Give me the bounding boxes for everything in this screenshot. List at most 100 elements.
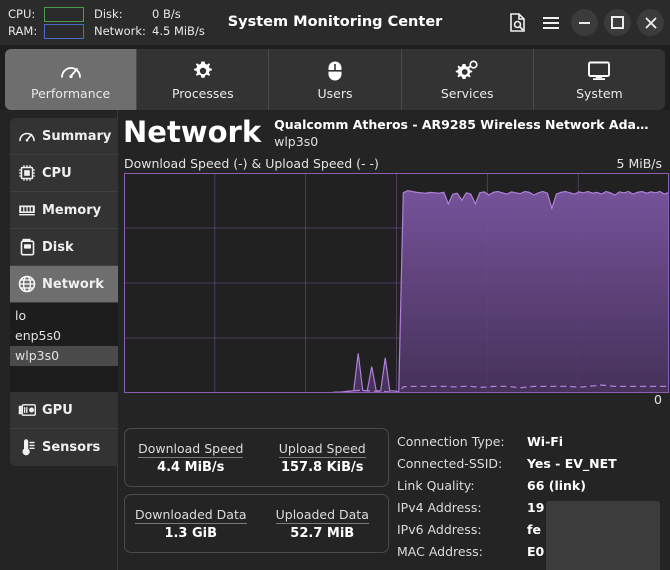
- ssid-label: Connected-SSID:: [397, 456, 503, 471]
- info-row-ssid: Connected-SSID: Yes - EV_NET: [397, 456, 670, 478]
- sidebar-item-disk[interactable]: Disk: [10, 229, 118, 266]
- sidebar-item-gpu-label: GPU: [42, 402, 73, 418]
- chart-header: Download Speed (-) & Upload Speed (- -) …: [119, 155, 670, 173]
- disk-value: 0 B/s: [152, 6, 181, 21]
- downloaded-data-stat: Downloaded Data 1.3 GiB: [125, 495, 257, 552]
- monitor-icon: [587, 59, 611, 83]
- tab-processes[interactable]: Processes: [137, 49, 270, 110]
- upload-speed-stat: Upload Speed 157.8 KiB/s: [257, 429, 389, 486]
- ssid-value: Yes - EV_NET: [527, 456, 617, 471]
- title-bar: CPU: Disk: 0 B/s RAM: Network: 4.5 MiB/s…: [0, 0, 670, 45]
- upload-speed-value: 157.8 KiB/s: [280, 459, 364, 475]
- sidebar-item-memory-label: Memory: [42, 202, 102, 218]
- minimize-icon: [579, 21, 590, 24]
- tab-performance-label: Performance: [30, 85, 111, 101]
- sidebar-item-disk-label: Disk: [42, 239, 74, 255]
- close-icon: [645, 17, 656, 28]
- sidebar-item-summary-label: Summary: [42, 128, 112, 144]
- value-overlay-popup: [546, 501, 660, 570]
- link-quality-label: Link Quality:: [397, 478, 475, 493]
- sidebar-subitem-enp5s0[interactable]: enp5s0: [10, 326, 118, 346]
- gears-icon: [455, 59, 479, 83]
- ipv6-value: fe: [527, 522, 541, 537]
- tab-users-label: Users: [317, 85, 353, 101]
- network-speed-chart: [124, 173, 669, 393]
- tab-performance[interactable]: Performance: [5, 49, 138, 110]
- network-value: 4.5 MiB/s: [152, 23, 205, 38]
- ram-usage-indicator: [44, 23, 84, 39]
- search-document-icon[interactable]: [503, 9, 531, 37]
- sidebar-item-cpu-label: CPU: [42, 165, 72, 181]
- ram-stat-row: RAM: Network: 4.5 MiB/s: [8, 23, 205, 40]
- hamburger-menu-icon[interactable]: [537, 9, 565, 37]
- thermometer-icon: [18, 438, 36, 457]
- main-tab-bar: Performance Processes Users Services Sys…: [0, 45, 670, 110]
- tab-processes-label: Processes: [171, 85, 234, 101]
- memory-stick-icon: [18, 201, 36, 219]
- device-info: Qualcomm Atheros - AR9285 Wireless Netwo…: [274, 117, 648, 149]
- data-card: Downloaded Data 1.3 GiB Uploaded Data 52…: [124, 494, 389, 553]
- device-interface: wlp3s0: [274, 134, 319, 149]
- network-label: Network:: [94, 23, 146, 38]
- chart-ymax-label: 5 MiB/s: [616, 156, 662, 171]
- tab-system[interactable]: System: [533, 49, 666, 110]
- sidebar-item-network-label: Network: [42, 276, 104, 292]
- tab-services-label: Services: [440, 85, 494, 101]
- download-speed-value: 4.4 MiB/s: [157, 459, 225, 475]
- ipv4-label: IPv4 Address:: [397, 500, 482, 515]
- sidebar-item-cpu[interactable]: CPU: [10, 155, 118, 192]
- tab-services[interactable]: Services: [401, 49, 534, 110]
- window-controls: [503, 0, 664, 45]
- tab-system-label: System: [576, 85, 623, 101]
- network-chart-svg: [124, 173, 669, 393]
- cpu-chip-icon: [18, 164, 36, 182]
- gauge-icon: [59, 59, 83, 83]
- tab-users[interactable]: Users: [269, 49, 402, 110]
- close-button[interactable]: [637, 9, 664, 36]
- mouse-icon: [327, 59, 343, 83]
- sidebar-subitem-lo[interactable]: lo: [10, 306, 118, 326]
- system-monitoring-center-window: CPU: Disk: 0 B/s RAM: Network: 4.5 MiB/s…: [0, 0, 670, 570]
- sidebar-item-sensors-label: Sensors: [42, 440, 101, 455]
- mac-value: E0: [527, 544, 545, 559]
- download-speed-stat: Download Speed 4.4 MiB/s: [125, 429, 257, 486]
- disk-label: Disk:: [94, 6, 123, 21]
- ipv6-label: IPv6 Address:: [397, 522, 482, 537]
- connection-type-value: Wi-Fi: [527, 434, 564, 449]
- stat-cards: Download Speed 4.4 MiB/s Upload Speed 15…: [119, 428, 389, 570]
- page-header: Network Qualcomm Atheros - AR9285 Wirele…: [119, 110, 670, 155]
- sidebar-item-gpu[interactable]: GPU: [10, 392, 118, 429]
- minimize-button[interactable]: [571, 9, 598, 36]
- info-row-connection-type: Connection Type: Wi-Fi: [397, 434, 670, 456]
- uploaded-data-label: Uploaded Data: [275, 506, 369, 524]
- sidebar-item-network[interactable]: Network: [10, 266, 118, 303]
- sidebar-tail-list: GPU Sensors: [10, 392, 118, 466]
- uploaded-data-value: 52.7 MiB: [290, 525, 355, 541]
- device-name: Qualcomm Atheros - AR9285 Wireless Netwo…: [274, 117, 649, 132]
- sidebar-subitem-wlp3s0[interactable]: wlp3s0: [10, 346, 118, 366]
- sidebar-item-summary[interactable]: Summary: [10, 118, 118, 155]
- ram-label: RAM:: [8, 23, 38, 38]
- gpu-card-icon: [18, 401, 36, 419]
- info-row-link-quality: Link Quality: 66 (link): [397, 478, 670, 500]
- maximize-button[interactable]: [604, 9, 631, 36]
- upload-speed-label: Upload Speed: [278, 440, 366, 458]
- titlebar-stats: CPU: Disk: 0 B/s RAM: Network: 4.5 MiB/s: [8, 6, 205, 40]
- cpu-stat-row: CPU: Disk: 0 B/s: [8, 6, 205, 23]
- connection-type-label: Connection Type:: [397, 434, 505, 449]
- sidebar-item-memory[interactable]: Memory: [10, 192, 118, 229]
- cpu-label: CPU:: [8, 6, 36, 21]
- hard-disk-icon: [18, 238, 36, 256]
- network-interface-list: lo enp5s0 wlp3s0: [10, 303, 118, 392]
- downloaded-data-value: 1.3 GiB: [164, 525, 218, 541]
- globe-icon: [18, 275, 36, 293]
- maximize-icon: [611, 16, 624, 29]
- downloaded-data-label: Downloaded Data: [134, 506, 247, 524]
- uploaded-data-stat: Uploaded Data 52.7 MiB: [257, 495, 389, 552]
- speed-card: Download Speed 4.4 MiB/s Upload Speed 15…: [124, 428, 389, 487]
- page-title: Network: [123, 115, 262, 149]
- cpu-usage-indicator: [44, 6, 84, 22]
- gauge-icon: [18, 127, 36, 145]
- sidebar: Summary CPU Memory Disk Network lo enp5s…: [0, 110, 118, 570]
- sidebar-item-sensors[interactable]: Sensors: [10, 429, 118, 466]
